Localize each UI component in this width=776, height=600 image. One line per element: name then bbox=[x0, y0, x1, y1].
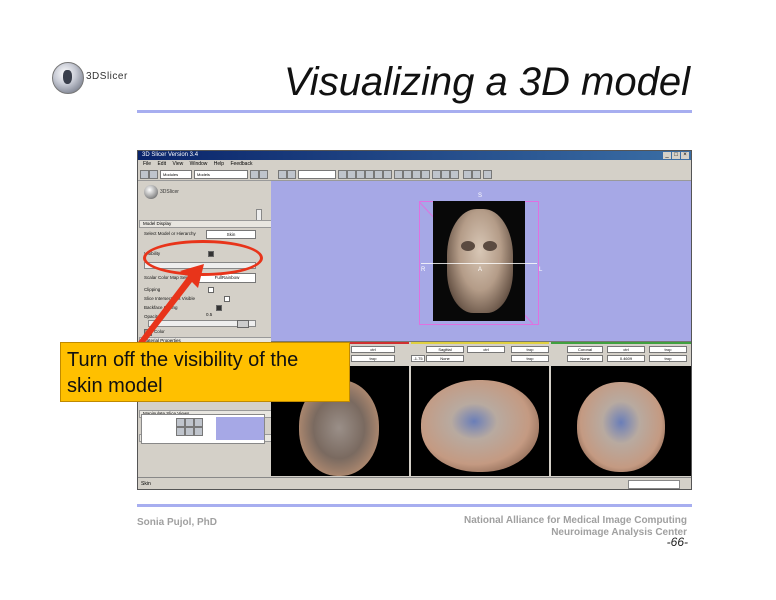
opacity-slider-handle[interactable] bbox=[237, 320, 249, 328]
mouse-mode-icon[interactable] bbox=[432, 170, 441, 179]
sagittal-field2[interactable]: None bbox=[426, 355, 464, 362]
menu-help[interactable]: Help bbox=[214, 161, 224, 167]
data-icon[interactable] bbox=[149, 170, 158, 179]
head-surface bbox=[447, 209, 513, 313]
sagittal-slice-view[interactable] bbox=[411, 366, 549, 476]
slicer-panel-logo-icon bbox=[144, 185, 158, 199]
skin-model-render bbox=[421, 201, 537, 321]
toolbar: Modules Models bbox=[138, 168, 691, 181]
orientation-label-l: L bbox=[539, 267, 543, 273]
coronal-name[interactable]: Coronal bbox=[567, 346, 603, 353]
view-icon[interactable] bbox=[394, 170, 403, 179]
footer-org-line1: National Alliance for Medical Image Comp… bbox=[464, 515, 687, 526]
head-eye-right bbox=[483, 241, 497, 251]
view-icon-2[interactable] bbox=[403, 170, 412, 179]
minimize-button[interactable]: _ bbox=[663, 152, 671, 159]
zoom-icon[interactable] bbox=[176, 427, 185, 436]
select-model-dropdown[interactable]: Skin bbox=[206, 230, 256, 239]
rotate-icon[interactable] bbox=[176, 418, 185, 427]
slicer-window: 3D Slicer Version 3.4 _ □ × File Edit Vi… bbox=[137, 150, 692, 490]
navigation-preview[interactable] bbox=[216, 417, 264, 440]
sagittal-name[interactable]: Sagittal bbox=[426, 346, 464, 353]
select-model-label: Select Model or Hierarchy bbox=[144, 231, 196, 236]
window-title: 3D Slicer Version 3.4 bbox=[142, 152, 199, 158]
axial-field3[interactable]: trop bbox=[351, 355, 395, 362]
slice-intersection-line bbox=[421, 263, 537, 264]
info-icon-2[interactable] bbox=[472, 170, 481, 179]
info-icon[interactable] bbox=[463, 170, 472, 179]
menu-bar: File Edit View Window Help Feedback bbox=[138, 160, 691, 168]
status-text: Skin bbox=[141, 481, 151, 487]
menu-window[interactable]: Window bbox=[190, 161, 208, 167]
layout-icon-2[interactable] bbox=[347, 170, 356, 179]
menu-file[interactable]: File bbox=[143, 161, 151, 167]
coronal-offset[interactable]: 0.4609 bbox=[607, 355, 645, 362]
zoom-icon-3[interactable] bbox=[194, 427, 203, 436]
view-icon-4[interactable] bbox=[421, 170, 430, 179]
zoom-icon-2[interactable] bbox=[185, 427, 194, 436]
slice-intersections-checkbox[interactable] bbox=[224, 296, 230, 302]
save-icon[interactable] bbox=[278, 170, 287, 179]
page-number: -66- bbox=[666, 535, 688, 549]
panel-logo-text: 3DSlicer bbox=[160, 189, 179, 195]
head-eye-left bbox=[461, 241, 475, 251]
layout-icon-4[interactable] bbox=[365, 170, 374, 179]
layout-icon[interactable] bbox=[338, 170, 347, 179]
sagittal-field1[interactable]: ctrl bbox=[467, 346, 505, 353]
coronal-slice-view[interactable] bbox=[551, 366, 691, 476]
menu-view[interactable]: View bbox=[172, 161, 183, 167]
layout-icon-6[interactable] bbox=[383, 170, 392, 179]
load-icon[interactable] bbox=[287, 170, 296, 179]
rotate-icon-3[interactable] bbox=[194, 418, 203, 427]
footer-author: Sonia Pujol, PhD bbox=[137, 517, 218, 528]
window-titlebar: 3D Slicer Version 3.4 _ □ × bbox=[138, 151, 691, 160]
maximize-button[interactable]: □ bbox=[672, 152, 680, 159]
orientation-label-r: R bbox=[421, 267, 426, 273]
layout-icon-3[interactable] bbox=[356, 170, 365, 179]
rotate-icon-2[interactable] bbox=[185, 418, 194, 427]
slide-title: Visualizing a 3D model bbox=[283, 60, 690, 104]
progress-bar bbox=[628, 480, 680, 489]
title-rule bbox=[137, 110, 692, 113]
axial-field1[interactable]: ctrl bbox=[351, 346, 395, 353]
menu-feedback[interactable]: Feedback bbox=[230, 161, 252, 167]
fiducial-icon[interactable] bbox=[483, 170, 492, 179]
search-field[interactable] bbox=[298, 170, 336, 179]
instruction-callout: Turn off the visibility of the skin mode… bbox=[60, 342, 350, 402]
mouse-mode-icon-3[interactable] bbox=[450, 170, 459, 179]
mouse-mode-icon-2[interactable] bbox=[441, 170, 450, 179]
sagittal-field3[interactable]: trop bbox=[511, 346, 549, 353]
section-model-display[interactable]: Model Display bbox=[139, 220, 274, 228]
coronal-field2[interactable]: None bbox=[567, 355, 603, 362]
view-icon-3[interactable] bbox=[412, 170, 421, 179]
coronal-brain-image bbox=[577, 382, 665, 472]
sagittal-field3-b[interactable]: trop bbox=[511, 355, 549, 362]
orientation-label-a: A bbox=[478, 267, 483, 273]
home-icon[interactable] bbox=[140, 170, 149, 179]
footer-rule bbox=[137, 504, 692, 507]
sagittal-color-bar bbox=[411, 342, 549, 344]
sagittal-brain-image bbox=[421, 380, 539, 472]
orientation-label-s: S bbox=[478, 193, 483, 199]
next-module-icon[interactable] bbox=[259, 170, 268, 179]
menu-edit[interactable]: Edit bbox=[157, 161, 166, 167]
coronal-color-bar bbox=[551, 342, 691, 344]
sagittal-offset[interactable]: -1.75 bbox=[411, 355, 425, 362]
status-bar: Skin bbox=[138, 477, 691, 489]
close-button[interactable]: × bbox=[681, 152, 689, 159]
manipulate-3d-controls bbox=[141, 414, 265, 444]
3d-view[interactable]: S R L A bbox=[271, 181, 691, 341]
callout-line2: skin model bbox=[67, 375, 163, 397]
modules-label: Modules bbox=[160, 170, 192, 179]
coronal-field3-b[interactable]: trop bbox=[649, 355, 687, 362]
coronal-field3[interactable]: trop bbox=[649, 346, 687, 353]
coronal-field1[interactable]: ctrl bbox=[607, 346, 645, 353]
layout-icon-5[interactable] bbox=[374, 170, 383, 179]
module-select[interactable]: Models bbox=[194, 170, 248, 179]
callout-line1: Turn off the visibility of the bbox=[67, 349, 299, 371]
prev-module-icon[interactable] bbox=[250, 170, 259, 179]
